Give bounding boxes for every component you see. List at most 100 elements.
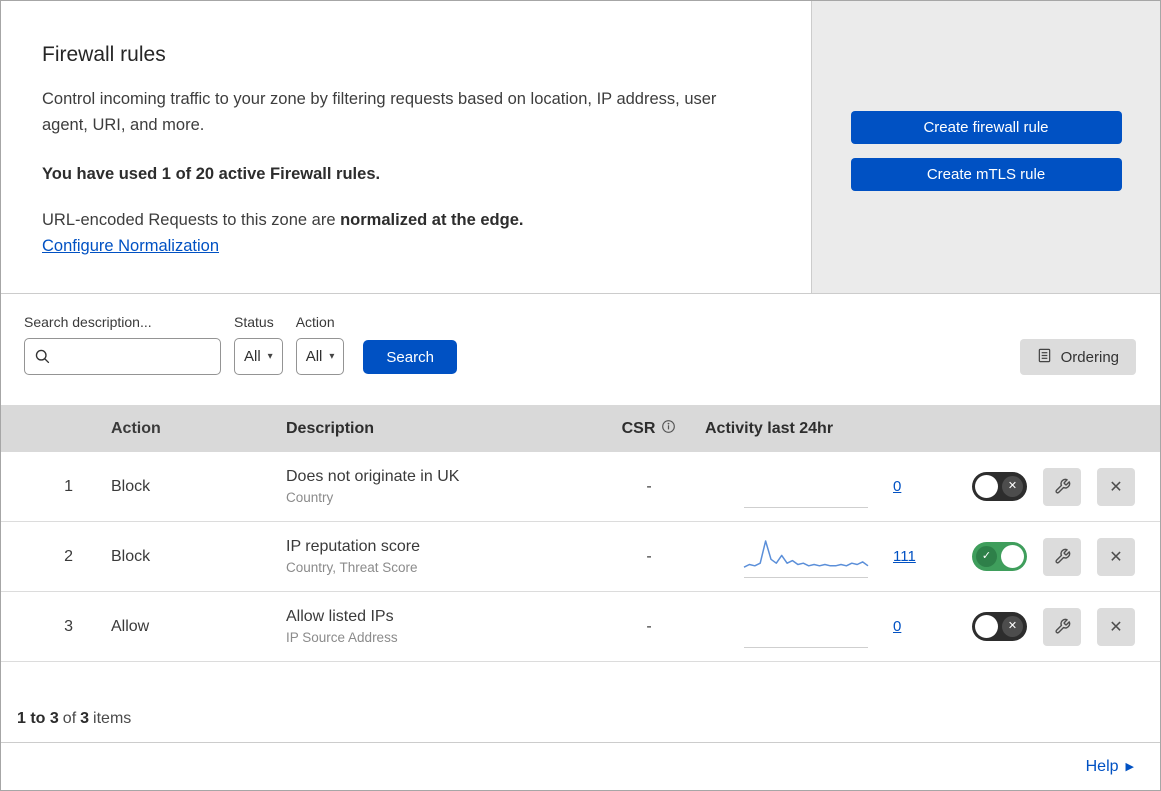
page-description: Control incoming traffic to your zone by… (42, 90, 717, 135)
status-select[interactable]: All ▾ (234, 338, 283, 375)
activity-sparkline (744, 606, 868, 648)
help-bar: Help ▶ (1, 742, 1160, 790)
rule-enabled-toggle[interactable]: ✓ ✕ (972, 472, 1027, 501)
rule-priority: 3 (64, 617, 73, 635)
csr-column-header: CSR (594, 419, 704, 439)
rule-controls: ✓ ✕ ✕ (972, 467, 1160, 506)
rule-csr-value: - (646, 477, 652, 495)
table-row: 3 Allow Allow listed IPs IP Source Addre… (1, 592, 1160, 662)
configure-normalization-link[interactable]: Configure Normalization (42, 237, 219, 256)
rule-controls: ✓ ✕ ✕ (972, 607, 1160, 646)
rule-match-fields: Country (286, 490, 334, 505)
create-mtls-rule-button[interactable]: Create mTLS rule (850, 158, 1122, 191)
arrow-right-icon: ▶ (1125, 761, 1134, 773)
action-select[interactable]: All ▾ (295, 338, 345, 375)
items-range: 1 to 3 (17, 710, 59, 727)
rule-csr-value: - (646, 547, 652, 565)
status-selected-value: All (244, 348, 261, 365)
toggle-knob (975, 615, 998, 638)
help-link-label: Help (1085, 757, 1119, 775)
wrench-icon (1054, 618, 1071, 635)
filter-bar: Search description... Status All ▾ Actio… (1, 294, 1160, 405)
rule-description-cell: Allow listed IPs IP Source Address (264, 608, 594, 645)
table-header-row: Action Description CSR Activity last 24h… (1, 405, 1160, 452)
wrench-icon (1054, 548, 1071, 565)
items-of-label: of (62, 710, 77, 727)
close-icon: ✕ (1109, 618, 1123, 636)
check-icon: ✓ (976, 546, 997, 567)
rule-enabled-toggle[interactable]: ✓ ✕ (972, 542, 1027, 571)
table-row: 2 Block IP reputation score Country, Thr… (1, 522, 1160, 592)
search-input[interactable] (24, 338, 221, 375)
edit-rule-button[interactable] (1043, 537, 1081, 576)
ordering-button[interactable]: Ordering (1019, 339, 1136, 375)
rule-enabled-toggle[interactable]: ✓ ✕ (972, 612, 1027, 641)
chevron-down-icon: ▾ (329, 351, 335, 362)
normalization-text: URL-encoded Requests to this zone are (42, 210, 341, 229)
rule-activity-cell: 0 (704, 606, 954, 648)
activity-count-link[interactable]: 0 (893, 618, 901, 635)
delete-rule-button[interactable]: ✕ (1097, 537, 1135, 576)
toggle-knob (1001, 545, 1024, 568)
rule-description: IP reputation score (286, 538, 421, 555)
x-icon: ✕ (1002, 616, 1023, 637)
header-content: Firewall rules Control incoming traffic … (1, 1, 811, 293)
help-link[interactable]: Help ▶ (1086, 758, 1134, 776)
close-icon: ✕ (1109, 548, 1123, 566)
rule-action: Block (111, 547, 151, 565)
pagination-summary: 1 to 3 of 3 items (1, 662, 1160, 742)
close-icon: ✕ (1109, 478, 1123, 496)
rule-csr-value: - (646, 617, 652, 635)
usage-summary: You have used 1 of 20 active Firewall ru… (42, 164, 381, 183)
delete-rule-button[interactable]: ✕ (1097, 607, 1135, 646)
activity-column-header: Activity last 24hr (705, 419, 834, 437)
items-total: 3 (80, 710, 90, 727)
rule-action: Block (111, 477, 151, 495)
delete-rule-button[interactable]: ✕ (1097, 467, 1135, 506)
search-button[interactable]: Search (363, 340, 457, 374)
ordering-list-icon (1037, 348, 1052, 367)
edit-rule-button[interactable] (1043, 467, 1081, 506)
normalization-note: URL-encoded Requests to this zone are no… (42, 211, 771, 230)
rule-match-fields: IP Source Address (286, 630, 398, 645)
action-column-header: Action (111, 419, 161, 437)
rule-description: Does not originate in UK (286, 468, 460, 485)
search-box (24, 338, 221, 375)
activity-count-link[interactable]: 111 (893, 548, 916, 565)
action-filter-group: Action All ▾ (295, 314, 345, 375)
rule-activity-cell: 111 (704, 536, 954, 578)
chevron-down-icon: ▾ (267, 351, 273, 362)
firewall-rules-page: Firewall rules Control incoming traffic … (0, 0, 1161, 791)
status-filter-group: Status All ▾ (234, 314, 283, 375)
header-section: Firewall rules Control incoming traffic … (1, 1, 1160, 294)
table-body: 1 Block Does not originate in UK Country… (1, 452, 1160, 662)
edit-rule-button[interactable] (1043, 607, 1081, 646)
rule-priority: 1 (64, 477, 73, 495)
table-row: 1 Block Does not originate in UK Country… (1, 452, 1160, 522)
csr-column-label: CSR (621, 419, 656, 437)
rule-controls: ✓ ✕ ✕ (972, 537, 1160, 576)
create-firewall-rule-button[interactable]: Create firewall rule (850, 111, 1122, 144)
search-group: Search description... (24, 314, 221, 375)
rule-match-fields: Country, Threat Score (286, 560, 418, 575)
activity-sparkline (743, 536, 869, 578)
ordering-button-label: Ordering (1060, 348, 1119, 366)
action-label: Action (295, 314, 335, 330)
toggle-knob (975, 475, 998, 498)
rule-description-cell: IP reputation score Country, Threat Scor… (264, 538, 594, 575)
activity-sparkline (744, 466, 868, 508)
status-label: Status (234, 314, 274, 330)
rule-description-cell: Does not originate in UK Country (264, 468, 594, 505)
description-column-header: Description (286, 419, 375, 437)
activity-count-link[interactable]: 0 (893, 478, 901, 495)
rule-activity-cell: 0 (704, 466, 954, 508)
actions-panel: Create firewall rule Create mTLS rule (811, 1, 1160, 293)
wrench-icon (1054, 478, 1071, 495)
page-title: Firewall rules (42, 43, 166, 66)
info-icon[interactable] (661, 419, 676, 439)
items-label: items (93, 710, 132, 727)
rule-priority: 2 (64, 547, 73, 565)
rule-description: Allow listed IPs (286, 608, 394, 625)
rule-action: Allow (111, 617, 150, 635)
normalization-bold-text: normalized at the edge. (340, 210, 524, 229)
